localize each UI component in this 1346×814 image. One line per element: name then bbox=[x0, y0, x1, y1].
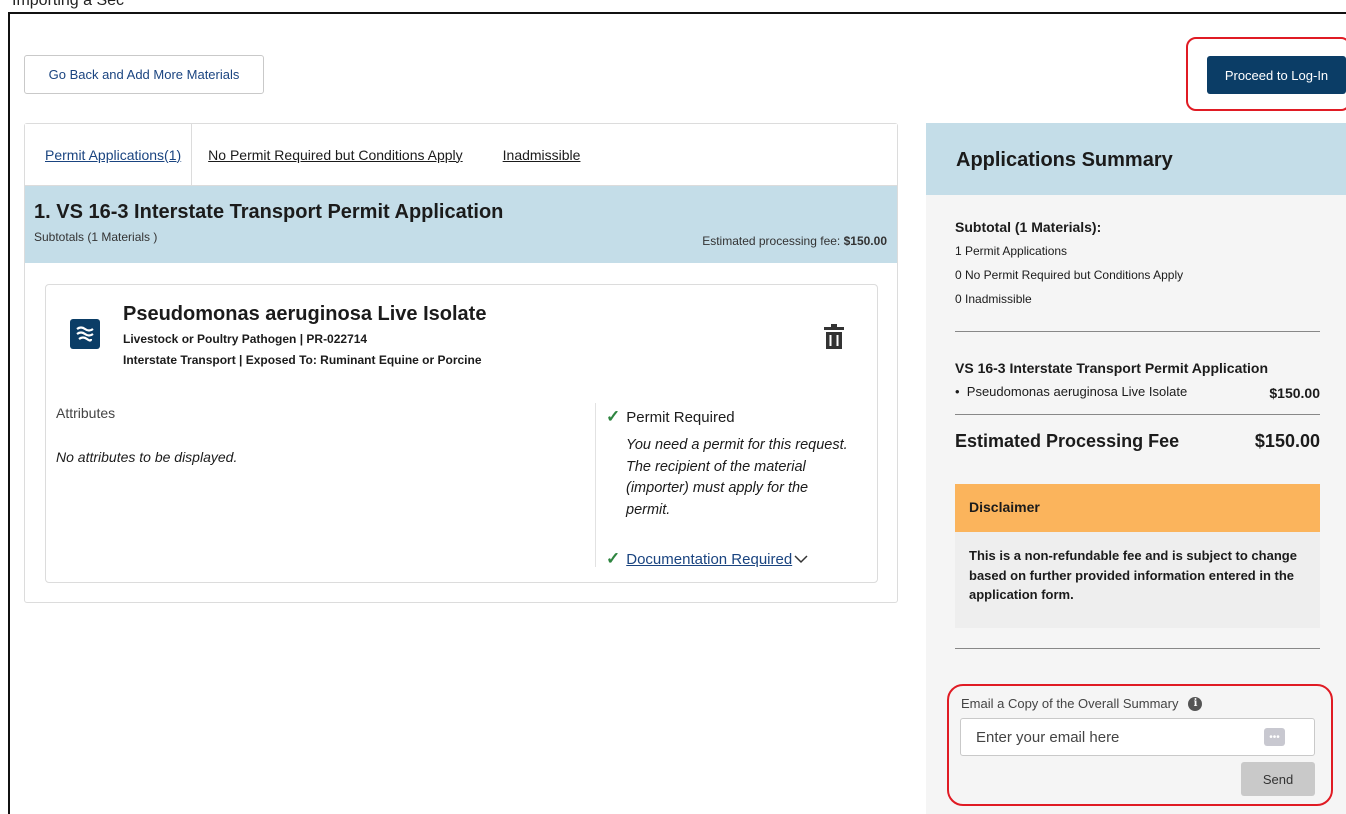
permit-description: You need a permit for this request. The … bbox=[626, 437, 848, 518]
attributes-empty-text: No attributes to be displayed. bbox=[56, 449, 238, 465]
summary-line-inadmissible: 0 Inadmissible bbox=[955, 292, 1032, 306]
disclaimer-body: This is a non-refundable fee and is subj… bbox=[969, 548, 1297, 602]
vertical-divider bbox=[595, 403, 596, 567]
email-label-text: Email a Copy of the Overall Summary bbox=[961, 696, 1179, 711]
application-fee-value: $150.00 bbox=[843, 234, 887, 248]
disclaimer-title: Disclaimer bbox=[955, 484, 1320, 532]
password-manager-icon[interactable]: ••• bbox=[1264, 728, 1285, 746]
tab-no-permit-conditions[interactable]: No Permit Required but Conditions Apply bbox=[208, 124, 462, 186]
email-input[interactable] bbox=[960, 718, 1315, 756]
tab-bar: Permit Applications(1) No Permit Require… bbox=[25, 123, 897, 186]
tab-permit-applications[interactable]: Permit Applications(1) bbox=[25, 123, 193, 186]
estimated-fee-value: $150.00 bbox=[1254, 431, 1320, 451]
tab-inadmissible[interactable]: Inadmissible bbox=[503, 124, 581, 186]
proceed-to-login-button[interactable]: Proceed to Log-In bbox=[1207, 56, 1346, 94]
bullet-icon: • bbox=[955, 384, 967, 399]
summary-divider bbox=[955, 648, 1320, 649]
chevron-down-icon[interactable] bbox=[794, 552, 808, 567]
application-title: 1. VS 16-3 Interstate Transport Permit A… bbox=[34, 201, 504, 223]
attributes-label: Attributes bbox=[56, 405, 116, 421]
check-icon: ✓ bbox=[606, 549, 621, 568]
permit-required-status: ✓ Permit Required bbox=[606, 407, 735, 427]
email-summary-label: Email a Copy of the Overall Summary i bbox=[961, 696, 1203, 711]
documentation-required-link[interactable]: Documentation Required bbox=[626, 551, 792, 568]
summary-line-conditions: 0 No Permit Required but Conditions Appl… bbox=[955, 268, 1184, 282]
go-back-button[interactable]: Go Back and Add More Materials bbox=[24, 55, 264, 94]
material-category: Livestock or Poultry Pathogen | PR-02271… bbox=[123, 332, 368, 346]
page-caption: Importing a Sec bbox=[12, 0, 125, 9]
summary-divider bbox=[955, 331, 1320, 332]
application-fee-label: Estimated processing fee: bbox=[702, 234, 841, 248]
summary-item-price: $150.00 bbox=[1269, 385, 1320, 401]
summary-item-name: Pseudomonas aeruginosa Live Isolate bbox=[966, 384, 1188, 399]
summary-subtotal: Subtotal (1 Materials): bbox=[955, 219, 1102, 235]
check-icon: ✓ bbox=[606, 407, 621, 426]
summary-application-name: VS 16-3 Interstate Transport Permit Appl… bbox=[955, 360, 1269, 376]
summary-title: Applications Summary bbox=[926, 123, 1346, 195]
estimated-fee-label: Estimated Processing Fee bbox=[955, 431, 1180, 451]
waves-icon bbox=[70, 319, 100, 349]
disclaimer-box: Disclaimer This is a non-refundable fee … bbox=[955, 484, 1320, 628]
summary-item: • Pseudomonas aeruginosa Live Isolate bbox=[955, 384, 1187, 399]
documentation-required-toggle[interactable]: ✓ Documentation Required bbox=[606, 549, 808, 569]
material-card: Pseudomonas aeruginosa Live Isolate Live… bbox=[45, 284, 878, 583]
summary-line-permit: 1 Permit Applications bbox=[955, 244, 1068, 258]
material-name: Pseudomonas aeruginosa Live Isolate bbox=[123, 303, 487, 325]
application-header: 1. VS 16-3 Interstate Transport Permit A… bbox=[25, 186, 897, 263]
info-icon[interactable]: i bbox=[1188, 696, 1203, 711]
application-fee: Estimated processing fee: $150.00 bbox=[702, 234, 887, 248]
trash-icon[interactable] bbox=[822, 323, 846, 351]
permit-required-label: Permit Required bbox=[626, 408, 735, 426]
summary-divider bbox=[955, 414, 1320, 415]
send-button[interactable]: Send bbox=[1241, 762, 1315, 796]
applications-panel: Permit Applications(1) No Permit Require… bbox=[24, 123, 898, 603]
material-transport-info: Interstate Transport | Exposed To: Rumin… bbox=[123, 353, 482, 367]
